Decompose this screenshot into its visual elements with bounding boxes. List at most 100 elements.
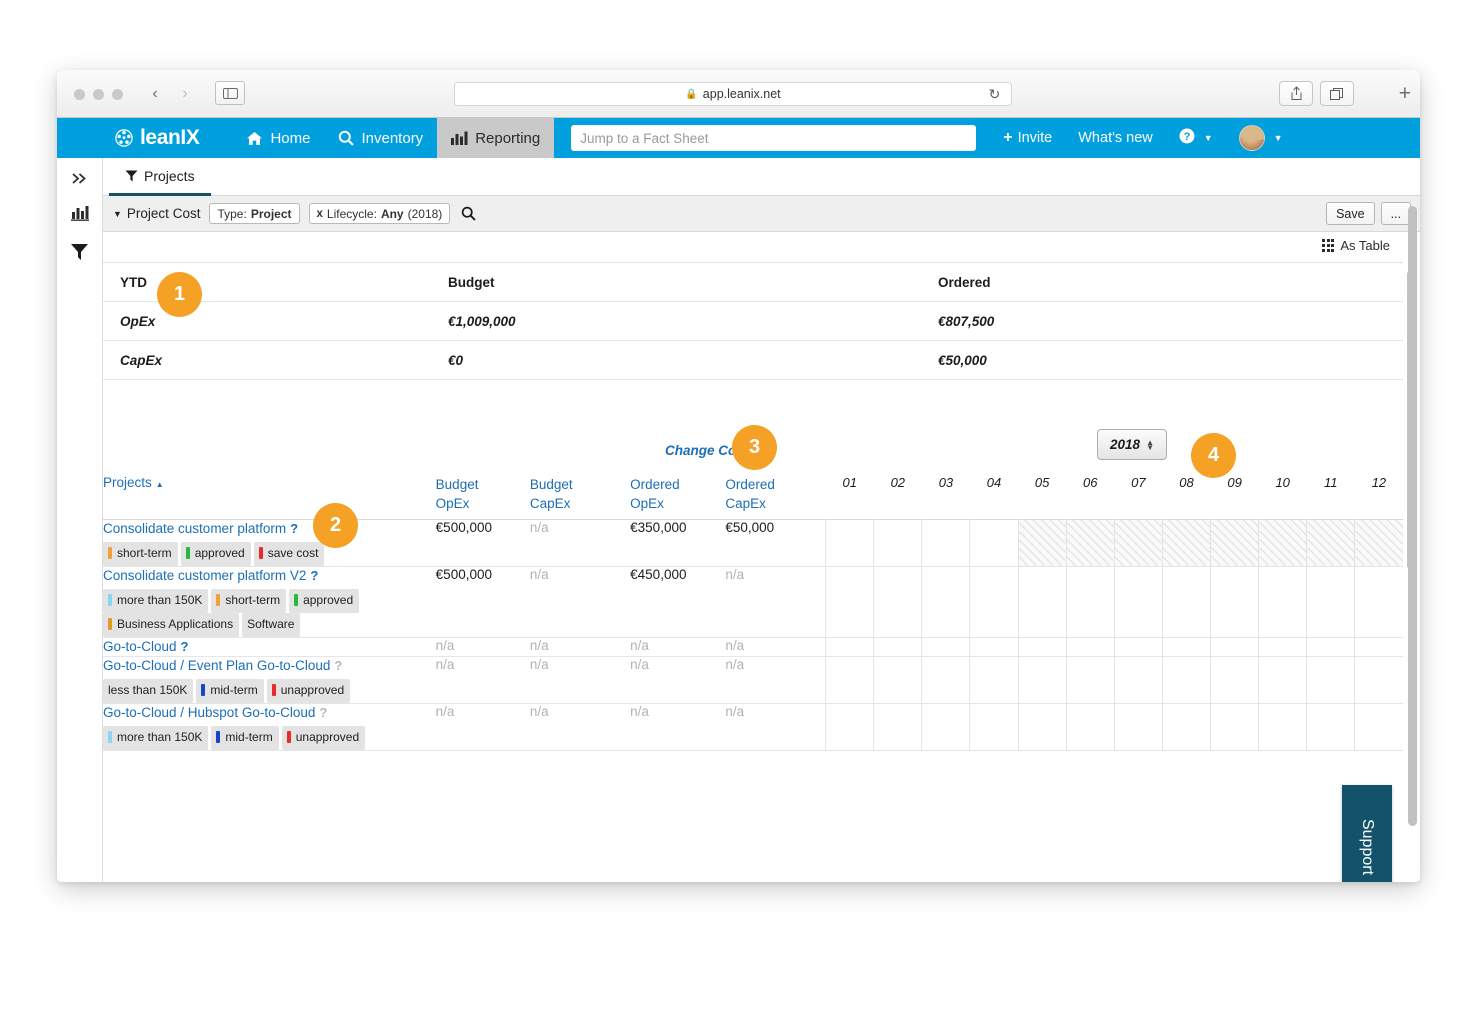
- address-bar[interactable]: 🔒 app.leanix.net ↻: [454, 82, 1012, 106]
- tag[interactable]: mid-term: [211, 725, 279, 750]
- leanix-logo[interactable]: leanIX: [114, 126, 200, 150]
- sort-ascending-icon: ▲: [155, 480, 164, 489]
- report-title-dropdown[interactable]: ▼ Project Cost: [113, 206, 200, 221]
- chevron-down-icon: ▼: [1273, 133, 1283, 143]
- project-link[interactable]: Go-to-Cloud / Hubspot Go-to-Cloud: [103, 705, 315, 720]
- cell-ordered-capex: n/a: [725, 566, 745, 582]
- nav-item-reporting[interactable]: Reporting: [437, 118, 555, 158]
- avatar: [1238, 125, 1265, 151]
- tab-projects-label: Projects: [144, 167, 195, 184]
- table-row[interactable]: Go-to-Cloud / Event Plan Go-to-Cloud? les…: [103, 656, 1403, 703]
- sidebar-toggle-button[interactable]: [215, 81, 245, 105]
- close-window-button[interactable]: [74, 89, 85, 100]
- rail-filter-button[interactable]: [70, 243, 89, 261]
- help-icon[interactable]: ?: [319, 705, 327, 720]
- tag-label: mid-term: [225, 729, 273, 744]
- tag-label: approved: [194, 545, 245, 560]
- cell-budget-capex: n/a: [529, 566, 549, 582]
- tag[interactable]: Business Applications: [103, 612, 240, 637]
- cell-month-10: [1258, 566, 1307, 637]
- help-icon[interactable]: ?: [334, 658, 342, 673]
- new-tab-button[interactable]: +: [1399, 83, 1411, 104]
- project-cell: Go-to-Cloud / Event Plan Go-to-Cloud? les…: [103, 656, 436, 703]
- tag[interactable]: more than 150K: [103, 588, 209, 613]
- tab-projects[interactable]: Projects: [109, 158, 211, 196]
- save-button[interactable]: Save: [1326, 202, 1375, 225]
- column-header-month-06: 06: [1083, 475, 1098, 490]
- forward-button[interactable]: ›: [172, 81, 198, 106]
- column-header-ordered-capex-line1: Ordered: [725, 477, 775, 492]
- maximize-window-button[interactable]: [112, 89, 123, 100]
- tag[interactable]: save cost: [253, 541, 325, 566]
- reload-button[interactable]: ↻: [986, 86, 1003, 103]
- project-link[interactable]: Consolidate customer platform V2: [103, 568, 306, 583]
- as-table-toggle[interactable]: As Table: [1322, 238, 1390, 253]
- tag-list: more than 150K mid-term unapproved: [103, 725, 436, 750]
- project-link[interactable]: Consolidate customer platform: [103, 521, 286, 536]
- tag[interactable]: approved: [289, 588, 360, 613]
- browser-toolbar-right[interactable]: [1279, 81, 1354, 106]
- cell-month-11: [1306, 703, 1355, 750]
- tag[interactable]: unapproved: [281, 725, 366, 750]
- filter-chip-lifecycle-prefix: Lifecycle:: [326, 206, 377, 221]
- cell-month-12: [1354, 656, 1403, 703]
- page-scrollbar-thumb[interactable]: [1408, 206, 1417, 826]
- tag[interactable]: more than 150K: [103, 725, 209, 750]
- table-row[interactable]: Go-to-Cloud? n/a n/a n/a n/a: [103, 637, 1403, 656]
- tab-overview-button[interactable]: [1320, 81, 1354, 106]
- nav-item-home[interactable]: Home: [232, 118, 324, 158]
- column-header-budget-opex[interactable]: Budget OpEx: [436, 475, 530, 519]
- caret-down-icon: ▼: [113, 208, 122, 219]
- page-vertical-scrollbar[interactable]: [1408, 206, 1417, 878]
- column-header-ordered-capex[interactable]: Ordered CapEx: [725, 475, 825, 519]
- whats-new-button[interactable]: What's new: [1065, 130, 1166, 146]
- tag[interactable]: Software: [242, 612, 301, 637]
- help-menu-button[interactable]: ? ▼: [1166, 128, 1226, 148]
- remove-filter-icon[interactable]: x: [317, 208, 323, 220]
- rail-reports-button[interactable]: [70, 205, 90, 223]
- tag[interactable]: short-term: [211, 588, 287, 613]
- cell-month-10: [1258, 656, 1307, 703]
- filter-chip-lifecycle[interactable]: x Lifecycle: Any (2018): [308, 203, 451, 224]
- ytd-summary-table: YTD Budget Ordered OpEx €1,009,000 €807,…: [103, 262, 1403, 380]
- whats-new-label: What's new: [1078, 130, 1153, 146]
- tag-color-swatch: [216, 593, 221, 606]
- cell-ordered-capex: €50,000: [725, 519, 775, 535]
- column-header-projects[interactable]: Projects ▲: [103, 475, 436, 519]
- callout-badge-4-number: 4: [1207, 444, 1220, 466]
- invite-button[interactable]: + Invite: [990, 129, 1065, 147]
- user-menu-button[interactable]: ▼: [1226, 125, 1296, 151]
- nav-item-inventory[interactable]: Inventory: [324, 118, 437, 158]
- project-link[interactable]: Go-to-Cloud: [103, 639, 177, 654]
- fact-sheet-search-input[interactable]: Jump to a Fact Sheet: [571, 125, 977, 151]
- tag[interactable]: approved: [180, 541, 251, 566]
- filter-chip-type[interactable]: Type: Project: [209, 203, 300, 224]
- tag-color-swatch: [294, 593, 299, 606]
- help-icon[interactable]: ?: [181, 639, 189, 654]
- table-row[interactable]: Consolidate customer platform V2? more th…: [103, 566, 1403, 637]
- help-icon[interactable]: ?: [310, 568, 318, 583]
- window-traffic-lights[interactable]: [74, 89, 123, 100]
- tag-color-swatch: [271, 683, 276, 696]
- tag[interactable]: less than 150K: [103, 678, 194, 703]
- column-header-budget-capex[interactable]: Budget CapEx: [530, 475, 630, 519]
- expand-rail-button[interactable]: [71, 172, 88, 185]
- help-icon[interactable]: ?: [290, 521, 298, 536]
- share-button[interactable]: [1279, 81, 1313, 106]
- support-tab-button[interactable]: Support: [1342, 785, 1392, 882]
- filter-search-button[interactable]: [461, 206, 476, 221]
- back-button[interactable]: ‹: [142, 81, 168, 106]
- tag[interactable]: mid-term: [196, 678, 264, 703]
- tag[interactable]: short-term: [103, 541, 178, 566]
- column-header-ordered-opex[interactable]: Ordered OpEx: [630, 475, 725, 519]
- minimize-window-button[interactable]: [93, 89, 104, 100]
- table-row[interactable]: Go-to-Cloud / Hubspot Go-to-Cloud? more t…: [103, 703, 1403, 750]
- more-options-button[interactable]: ...: [1380, 202, 1411, 225]
- project-link[interactable]: Go-to-Cloud / Event Plan Go-to-Cloud: [103, 658, 330, 673]
- stepper-arrows-icon[interactable]: ▲ ▼: [1146, 438, 1154, 451]
- project-cell: Go-to-Cloud?: [103, 637, 436, 656]
- table-row[interactable]: Consolidate customer platform? short-term…: [103, 519, 1403, 566]
- browser-nav-buttons[interactable]: ‹ ›: [142, 81, 198, 106]
- tag[interactable]: unapproved: [266, 678, 351, 703]
- year-stepper[interactable]: 2018 ▲ ▼: [1097, 429, 1167, 460]
